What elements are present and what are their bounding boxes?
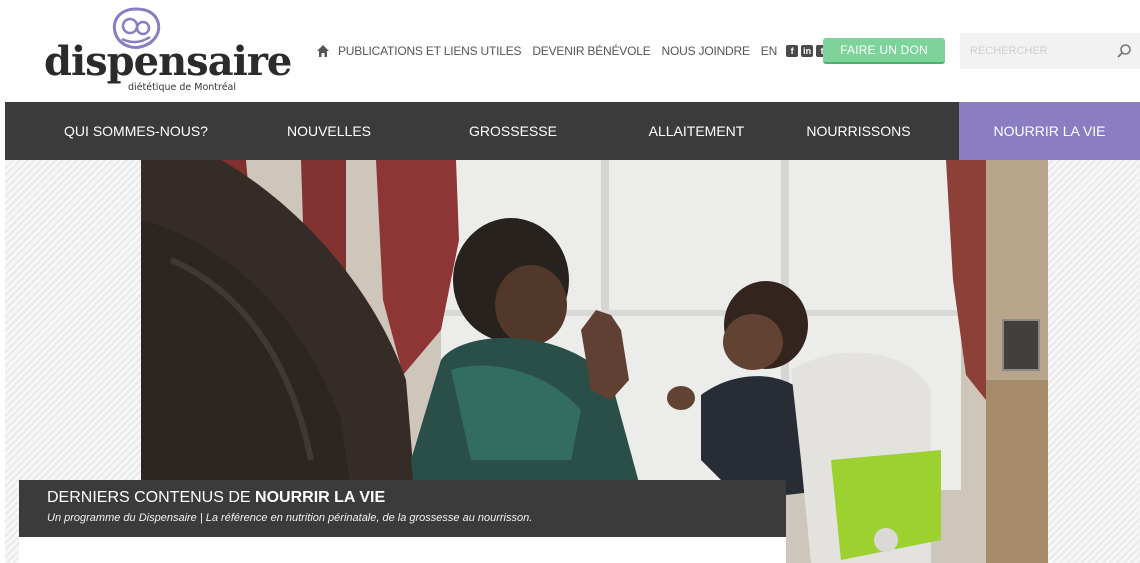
hero-caption-prefix: DERNIERS CONTENUS DE xyxy=(47,489,256,506)
content-card xyxy=(19,537,786,563)
hero-caption-subtitle: Un programme du Dispensaire | La référen… xyxy=(47,512,533,524)
publications-link[interactable]: PUBLICATIONS ET LIENS UTILES xyxy=(338,44,522,58)
search-box xyxy=(960,33,1140,69)
social-links: f in t xyxy=(786,45,829,57)
nav-item-qui-sommes-nous[interactable]: QUI SOMMES-NOUS? xyxy=(5,102,267,160)
nav-item-nourrissons[interactable]: NOURRISSONS xyxy=(758,102,959,160)
home-icon[interactable] xyxy=(316,44,330,58)
facebook-icon[interactable]: f xyxy=(786,45,799,57)
logo-tagline: diététique de Montréal xyxy=(128,82,237,93)
hero-caption-title: DERNIERS CONTENUS DE NOURRIR LA VIE xyxy=(47,489,786,507)
utility-nav: PUBLICATIONS ET LIENS UTILES DEVENIR BÉN… xyxy=(316,40,842,62)
nav-item-nourrir-la-vie[interactable]: NOURRIR LA VIE xyxy=(959,102,1140,160)
main-nav: QUI SOMMES-NOUS? NOUVELLES GROSSESSE ALL… xyxy=(5,102,1140,160)
nav-item-nouvelles[interactable]: NOUVELLES xyxy=(267,102,391,160)
linkedin-icon[interactable]: in xyxy=(801,45,814,57)
language-switch-link[interactable]: EN xyxy=(761,44,777,58)
donate-button[interactable]: FAIRE UN DON xyxy=(823,38,945,64)
nav-item-allaitement[interactable]: ALLAITEMENT xyxy=(635,102,758,160)
logo[interactable]: dispensaire diététique de Montréal xyxy=(44,6,292,96)
site-header: dispensaire diététique de Montréal PUBLI… xyxy=(0,0,1140,102)
logo-wordmark: dispensaire xyxy=(44,38,292,85)
hero-caption: DERNIERS CONTENUS DE NOURRIR LA VIE Un p… xyxy=(19,480,786,537)
contact-link[interactable]: NOUS JOINDRE xyxy=(662,44,750,58)
search-icon[interactable] xyxy=(1116,43,1132,59)
nav-item-grossesse[interactable]: GROSSESSE xyxy=(391,102,635,160)
page: dispensaire diététique de Montréal PUBLI… xyxy=(0,0,1140,563)
search-input[interactable] xyxy=(960,33,1110,69)
hero-caption-program[interactable]: NOURRIR LA VIE xyxy=(255,489,385,506)
volunteer-link[interactable]: DEVENIR BÉNÉVOLE xyxy=(532,44,650,58)
